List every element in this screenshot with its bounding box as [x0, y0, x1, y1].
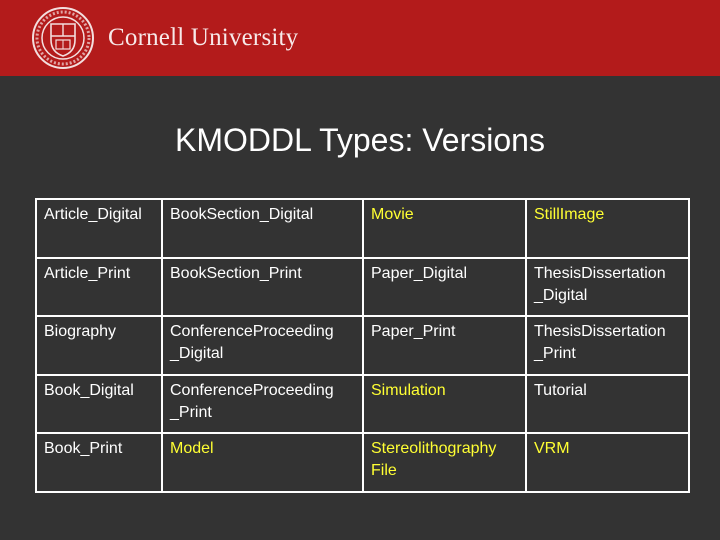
- table-cell: ThesisDissertation _Print: [525, 315, 690, 376]
- table-cell: Paper_Digital: [362, 256, 527, 318]
- table-cell: Article_Digital: [35, 198, 163, 259]
- table-cell: Paper_Print: [362, 315, 527, 376]
- table-cell: Stereolithography File: [362, 432, 527, 493]
- table-cell: ConferenceProceeding _Digital: [161, 315, 364, 376]
- table-cell: Book_Print: [35, 432, 163, 493]
- table-row: Article_Digital BookSection_Digital Movie S…: [35, 198, 690, 259]
- header-banner: Cornell University: [0, 0, 720, 76]
- table-cell: Biography: [35, 315, 163, 376]
- university-wordmark: Cornell University: [108, 24, 299, 51]
- cornell-seal-icon: [32, 7, 94, 69]
- table-cell: VRM: [525, 432, 690, 493]
- table-row: Biography ConferenceProceeding _Digital Pa…: [35, 315, 690, 376]
- table-cell: Tutorial: [525, 373, 690, 435]
- slide-title: KMODDL Types: Versions: [175, 122, 545, 158]
- table-row: Book_Print Model Stereolithography File VRM: [35, 432, 690, 493]
- types-table: Article_Digital BookSection_Digital Movie S…: [35, 198, 690, 493]
- table-cell: Simulation: [362, 373, 527, 435]
- table-row: Article_Print BookSection_Print Paper_Digi…: [35, 256, 690, 318]
- table-row: Book_Digital ConferenceProceeding _Print S…: [35, 373, 690, 435]
- table-cell: Movie: [362, 198, 527, 259]
- table-cell: Article_Print: [35, 256, 163, 318]
- table-cell: StillImage: [525, 198, 690, 259]
- table-cell: Model: [161, 432, 364, 493]
- table-cell: ConferenceProceeding _Print: [161, 373, 364, 435]
- table-cell: Book_Digital: [35, 373, 163, 435]
- table-cell: BookSection_Digital: [161, 198, 364, 259]
- table-cell: ThesisDissertation _Digital: [525, 256, 690, 318]
- table-cell: BookSection_Print: [161, 256, 364, 318]
